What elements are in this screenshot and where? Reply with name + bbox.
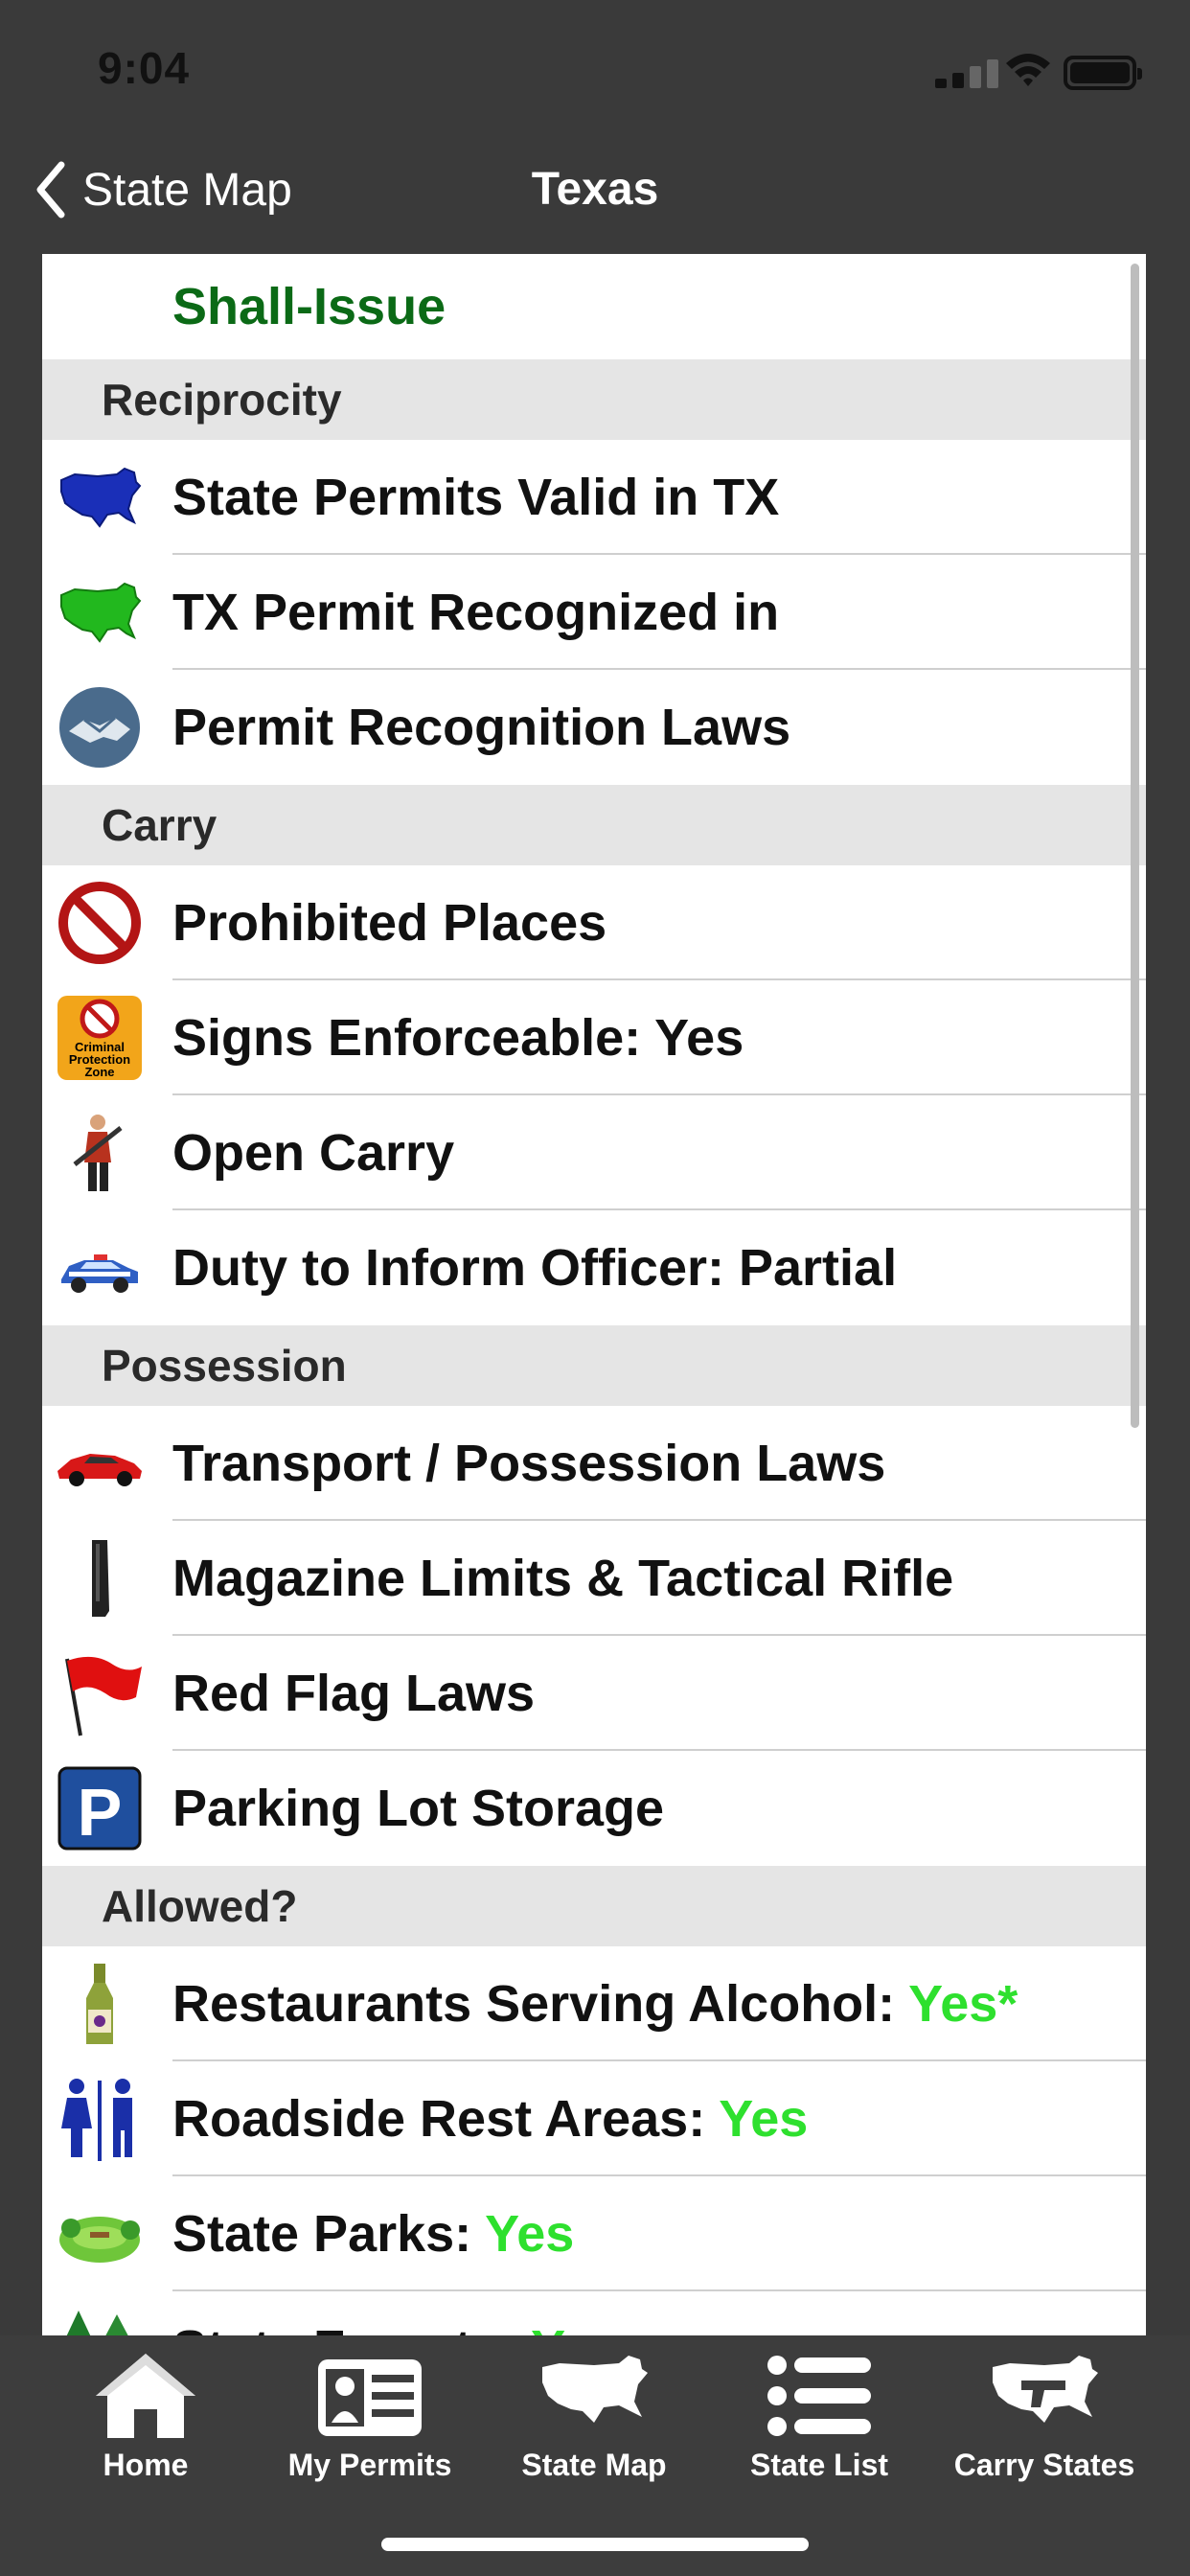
list-item-permit-recognized-in[interactable]: TX Permit Recognized in [42,555,1146,670]
green-usa-map-icon [56,568,144,656]
list-item-label: Transport / Possession Laws [172,1435,886,1492]
classification-row: Shall-Issue [42,254,1146,359]
section-header-carry: Carry [42,785,1146,865]
list-item-magazine-limits[interactable]: Magazine Limits & Tactical Rifle [42,1521,1146,1636]
magazine-icon [56,1534,144,1622]
tab-carry-states[interactable]: Carry States [934,2348,1155,2492]
parking-sign-icon: P [56,1764,144,1852]
criminal-protection-zone-sign-icon: Criminal Protection Zone [56,994,144,1082]
tab-my-permits[interactable]: My Permits [260,2348,480,2492]
list-item-restaurants-alcohol[interactable]: Restaurants Serving Alcohol: Yes* [42,1946,1146,2061]
home-indicator[interactable] [381,2538,809,2551]
list-item-label: State Forests: [172,2319,517,2335]
list-item-duty-to-inform[interactable]: Duty to Inform Officer: Partial [42,1210,1146,1325]
list-item-label: Parking Lot Storage [172,1780,665,1837]
prohibited-sign-icon [56,879,144,967]
tab-label: Home [103,2448,189,2482]
list-item-label: Roadside Rest Areas: [172,2090,706,2148]
list-item-transport-possession[interactable]: Transport / Possession Laws [42,1406,1146,1521]
wine-bottle-icon [56,1960,144,2048]
cellular-signal-icon [935,59,998,88]
state-detail-list[interactable]: Shall-Issue Reciprocity State Permits Va… [42,254,1146,2335]
list-icon [767,2356,871,2436]
house-icon [96,2354,195,2438]
red-flag-icon [56,1649,144,1737]
list-item-permit-recognition-laws[interactable]: Permit Recognition Laws [42,670,1146,785]
classification-label: Shall-Issue [172,278,446,335]
allowed-value: Yes [485,2205,575,2263]
list-item-signs-enforceable[interactable]: Criminal Protection Zone Signs Enforceable… [42,980,1146,1095]
red-car-icon [56,1419,144,1507]
allowed-value: Yes* [908,1975,1018,2033]
list-item-label: Permit Recognition Laws [172,699,791,756]
svg-text:P: P [78,1775,123,1850]
usa-map-icon [542,2356,648,2423]
scroll-indicator[interactable] [1131,264,1139,1428]
status-time: 9:04 [98,43,191,93]
tab-label: State List [749,2448,889,2482]
section-header-allowed: Allowed? [42,1866,1146,1946]
allowed-value: Yes [531,2319,620,2335]
list-item-prohibited-places[interactable]: Prohibited Places [42,865,1146,980]
list-item-label: Open Carry [172,1124,455,1182]
list-item-label: State Parks: [172,2205,472,2263]
list-item-label: Prohibited Places [172,894,607,952]
list-item-state-forests[interactable]: State Forests: Yes [42,2291,1146,2335]
tab-label: Carry States [953,2448,1135,2482]
svg-text:Zone: Zone [84,1065,114,1079]
list-item-label: Duty to Inform Officer: Partial [172,1239,898,1297]
list-item-state-permits-valid[interactable]: State Permits Valid in TX [42,440,1146,555]
list-item-state-parks[interactable]: State Parks: Yes [42,2176,1146,2291]
allowed-value: Yes [719,2090,809,2148]
tab-label: State Map [521,2448,667,2482]
list-item-label: Magazine Limits & Tactical Rifle [172,1550,954,1607]
list-item-label: Signs Enforceable: Yes [172,1009,744,1067]
wifi-icon [1006,54,1050,86]
police-car-icon [56,1224,144,1312]
tab-home[interactable]: Home [35,2348,256,2492]
section-header-possession: Possession [42,1325,1146,1406]
tab-state-list[interactable]: State List [709,2348,929,2492]
usa-map-gun-icon [993,2356,1098,2423]
page-title: Texas [531,164,659,215]
person-with-rifle-icon [56,1109,144,1197]
tab-state-map[interactable]: State Map [484,2348,704,2492]
id-card-icon [318,2359,422,2436]
battery-icon [1064,56,1142,90]
pine-trees-icon [56,2305,144,2335]
list-item-parking-lot-storage[interactable]: P Parking Lot Storage [42,1751,1146,1866]
list-item-label: State Permits Valid in TX [172,469,780,526]
list-item-red-flag-laws[interactable]: Red Flag Laws [42,1636,1146,1751]
list-item-label: TX Permit Recognized in [172,584,780,641]
list-item-label: Red Flag Laws [172,1665,536,1722]
tab-label: My Permits [287,2448,452,2482]
list-item-roadside-rest-areas[interactable]: Roadside Rest Areas: Yes [42,2061,1146,2176]
handshake-icon [56,683,144,771]
section-header-reciprocity: Reciprocity [42,359,1146,440]
blue-usa-map-icon [56,453,144,541]
park-icon [56,2190,144,2278]
restroom-icon [56,2075,144,2163]
list-item-label: Restaurants Serving Alcohol: [172,1975,896,2033]
list-item-open-carry[interactable]: Open Carry [42,1095,1146,1210]
